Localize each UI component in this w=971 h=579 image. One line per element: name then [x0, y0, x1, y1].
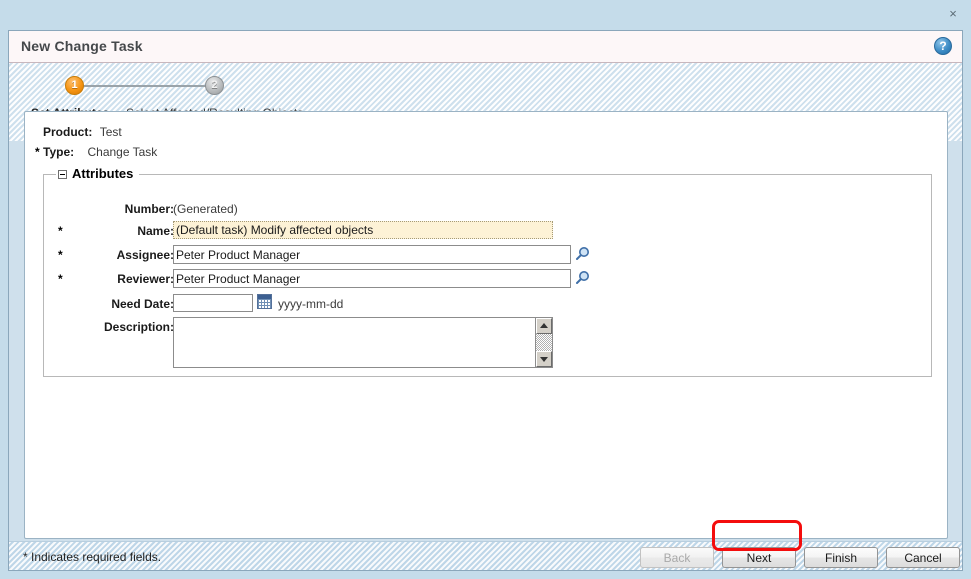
date-format-hint: yyyy-mm-dd: [278, 297, 344, 311]
reviewer-label: Reviewer:: [117, 272, 174, 286]
attributes-group-label: Attributes: [72, 166, 134, 181]
next-button[interactable]: Next: [722, 547, 796, 568]
type-label: Type:: [43, 145, 75, 159]
required-fields-note: * Indicates required fields.: [23, 550, 162, 564]
wizard-step-1-circle[interactable]: 1: [65, 76, 84, 95]
help-icon[interactable]: ?: [934, 37, 952, 55]
finish-button[interactable]: Finish: [804, 547, 878, 568]
window-top-bar: ×: [0, 0, 971, 29]
description-label: Description:: [103, 320, 174, 334]
need-date-input[interactable]: [173, 294, 253, 312]
reviewer-search-icon[interactable]: [574, 270, 590, 286]
type-required-marker: *: [35, 145, 40, 159]
assignee-search-icon[interactable]: [574, 246, 590, 262]
name-label: Name:: [137, 224, 174, 238]
type-row: * Type: Change Task: [35, 145, 157, 159]
product-row: Product: Test: [43, 125, 122, 139]
wizard-step-connector: [81, 85, 215, 87]
description-textarea[interactable]: [174, 318, 536, 367]
reviewer-required-marker: *: [58, 272, 63, 286]
need-date-label: Need Date:: [111, 297, 174, 311]
reviewer-input[interactable]: [173, 269, 571, 288]
application-window: × New Change Task ? 1 2 Set Attributes S…: [0, 0, 971, 579]
calendar-icon-grid: [258, 299, 271, 308]
collapse-toggle-icon[interactable]: [58, 170, 67, 180]
type-value: Change Task: [87, 145, 158, 159]
product-value: Test: [99, 125, 122, 139]
assignee-required-marker: *: [58, 248, 63, 262]
back-button[interactable]: Back: [640, 547, 714, 568]
number-label: Number:: [124, 202, 174, 216]
assignee-label: Assignee:: [116, 248, 174, 262]
number-value: (Generated): [173, 202, 238, 216]
attributes-group-box: Attributes Number: (Generated) * Name: *…: [43, 166, 932, 377]
name-input[interactable]: [173, 221, 553, 239]
attributes-group-title: Attributes: [56, 166, 140, 182]
scroll-up-icon[interactable]: [536, 318, 552, 334]
form-content-panel: Product: Test * Type: Change Task Attrib…: [24, 111, 948, 539]
close-icon[interactable]: ×: [946, 7, 960, 21]
description-field-wrapper: [173, 317, 553, 368]
page-title: New Change Task: [21, 38, 143, 54]
product-label: Product:: [43, 125, 93, 139]
cancel-button[interactable]: Cancel: [886, 547, 960, 568]
assignee-input[interactable]: [173, 245, 571, 264]
scroll-down-icon[interactable]: [536, 351, 552, 367]
new-change-task-dialog: New Change Task ? 1 2 Set Attributes Sel…: [8, 30, 963, 571]
name-required-marker: *: [58, 224, 63, 238]
description-scrollbar[interactable]: [535, 318, 552, 367]
wizard-step-2-circle[interactable]: 2: [205, 76, 224, 95]
calendar-icon[interactable]: [257, 294, 272, 309]
dialog-title-bar: New Change Task ?: [9, 31, 962, 63]
dialog-footer: * Indicates required fields. Back Next F…: [9, 541, 962, 570]
